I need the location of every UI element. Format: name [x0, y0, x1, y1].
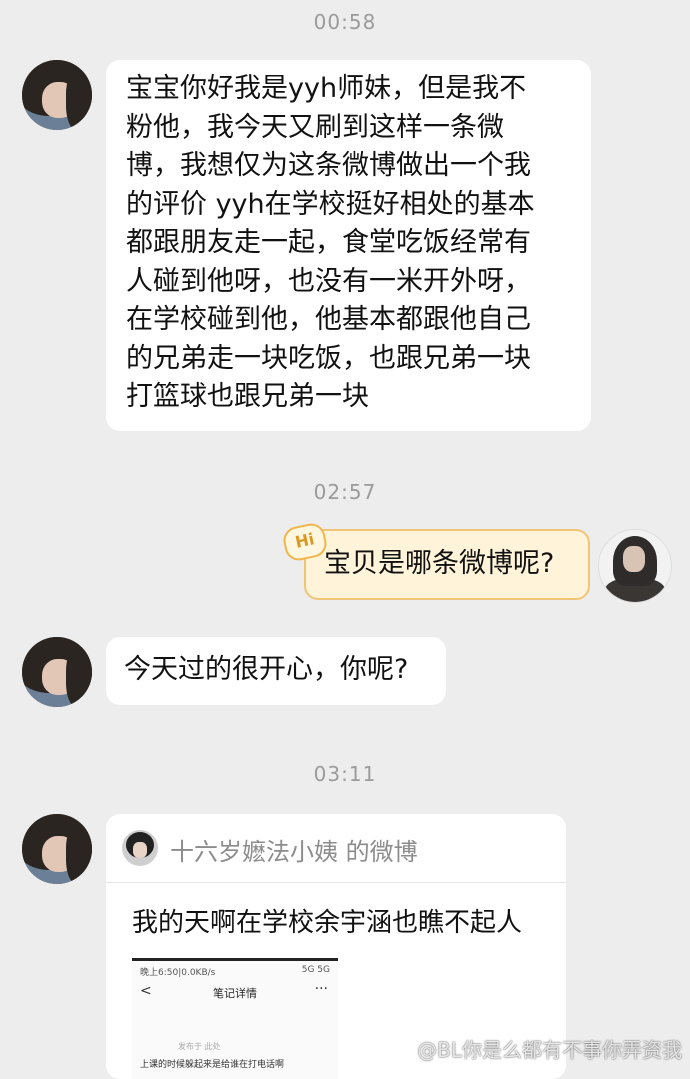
screenshot-status-right: 5G 5G [301, 965, 330, 975]
contact-avatar[interactable] [22, 814, 92, 884]
timestamp: 03:11 [313, 762, 377, 786]
message-line: 宝宝你好我是yyh师妹，但是我不 [126, 73, 527, 104]
message-line: 都跟朋友走一起，食堂吃饭经常有 [126, 227, 531, 258]
source-avatar [122, 830, 158, 866]
card-source: 十六岁嬷法小姨 的微博 [170, 838, 418, 866]
message-line: 粉他，我今天又刷到这样一条微 [126, 111, 504, 143]
my-message-text: 宝贝是哪条微博呢? [324, 548, 555, 579]
contact-avatar[interactable] [22, 60, 92, 130]
message-line: 的评价 yyh在学校挺好相处的基本 [126, 188, 535, 220]
message-line: 的兄弟走一块吃饭，也跟兄弟一块 [126, 342, 531, 374]
my-avatar[interactable] [598, 529, 672, 603]
message-line: 在学校碰到他，他基本都跟他自己 [126, 304, 531, 335]
my-message-bubble[interactable]: 宝贝是哪条微博呢? [304, 529, 590, 600]
card-header: 十六岁嬷法小姨 的微博 [106, 814, 566, 883]
message-line: 博，我想仅为这条微博做出一个我 [126, 150, 531, 181]
message-line: 打篮球也跟兄弟一块 [126, 381, 369, 412]
screenshot-meta: 发布于 此处 [178, 1042, 221, 1051]
card-screenshot-image: 晚上6:50|0.0KB/s 5G 5G < 笔记详情 ··· 发布于 此处 上… [132, 958, 338, 1079]
message-bubble[interactable]: 宝宝你好我是yyh师妹，但是我不 粉他，我今天又刷到这样一条微 博，我想仅为这条… [106, 60, 591, 431]
watermark: @BL你是么都有不事你弄资我 [417, 1038, 682, 1062]
timestamp: 00:58 [313, 10, 377, 34]
timestamp: 02:57 [313, 480, 377, 504]
screenshot-title: 笔记详情 [213, 987, 257, 1000]
card-text: 我的天啊在学校余宇涵也瞧不起人 [132, 908, 523, 938]
screenshot-line: 上课的时候躲起来是给谁在打电话啊 [140, 1060, 285, 1070]
message-bubble[interactable]: 今天过的很开心，你呢? [106, 637, 446, 705]
contact-avatar[interactable] [22, 637, 92, 707]
message-line: 人碰到他呀，也没有一米开外呀， [126, 265, 531, 297]
message-text: 今天过的很开心，你呢? [124, 654, 409, 685]
screenshot-status: 晚上6:50|0.0KB/s [140, 968, 216, 978]
more-icon: ··· [314, 981, 328, 997]
